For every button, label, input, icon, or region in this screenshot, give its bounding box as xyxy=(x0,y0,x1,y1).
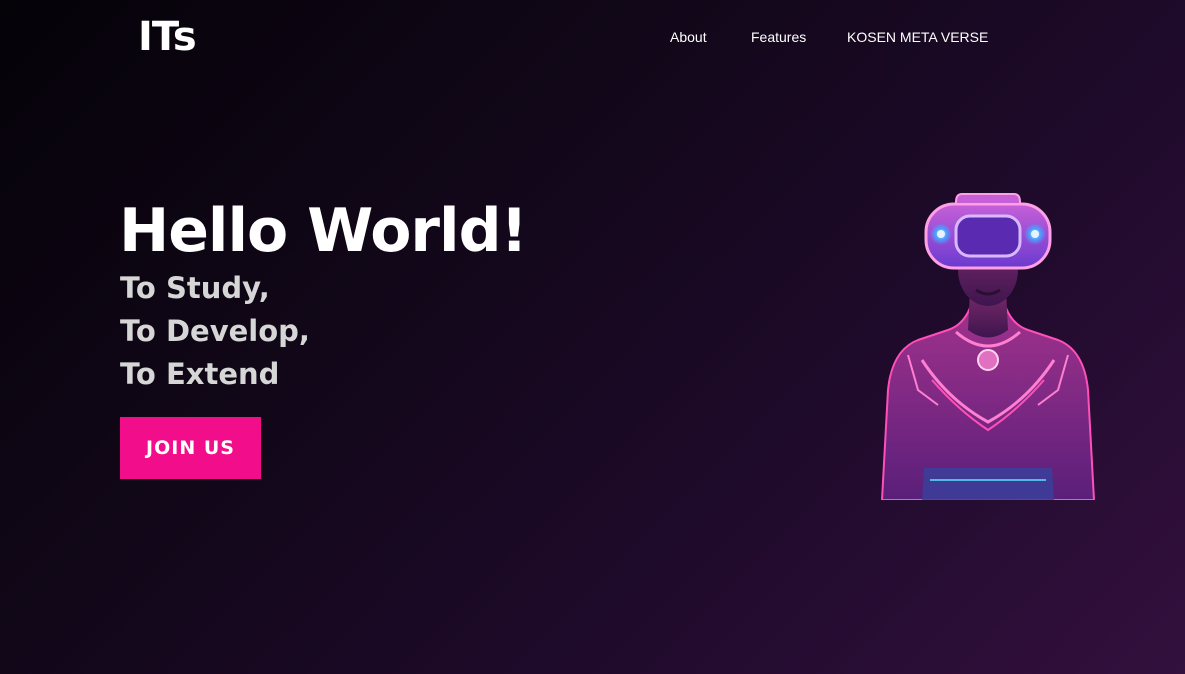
tagline-develop: To Develop, xyxy=(120,314,310,348)
nav-link-features[interactable]: Features xyxy=(751,29,806,45)
nav-link-about[interactable]: About xyxy=(670,29,707,45)
vr-headset-woman-illustration xyxy=(880,193,1096,500)
tagline-study: To Study, xyxy=(120,271,270,305)
site-header: ITs About Features KOSEN META VERSE xyxy=(0,0,1185,80)
tagline-extend: To Extend xyxy=(120,357,280,391)
hero-title: Hello World! xyxy=(119,196,528,266)
main-nav: About Features KOSEN META VERSE xyxy=(0,29,1185,49)
join-us-button[interactable]: JOIN US xyxy=(120,417,261,479)
nav-link-kosen-meta-verse[interactable]: KOSEN META VERSE xyxy=(847,29,988,45)
